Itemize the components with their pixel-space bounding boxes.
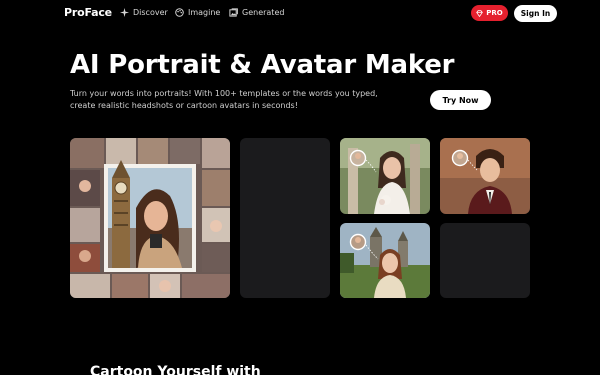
gallery-card-empty[interactable] bbox=[240, 138, 330, 298]
sparkle-icon bbox=[120, 8, 129, 17]
section-title: Cartoon Yourself with bbox=[90, 364, 261, 375]
gallery-card-collage[interactable] bbox=[70, 138, 230, 298]
pro-button[interactable]: PRO bbox=[471, 5, 508, 21]
suit-man-portrait-image bbox=[440, 138, 530, 214]
nav-discover-label: Discover bbox=[133, 8, 168, 17]
gallery-card-castle[interactable] bbox=[340, 223, 430, 298]
hero-subtitle: Turn your words into portraits! With 100… bbox=[70, 89, 378, 110]
page-title: AI Portrait & Avatar Maker bbox=[70, 50, 455, 80]
logo[interactable]: ProFace bbox=[64, 6, 112, 19]
nav-discover[interactable]: Discover bbox=[120, 8, 168, 17]
nav-generated-label: Generated bbox=[242, 8, 285, 17]
gallery-icon bbox=[229, 8, 238, 17]
sign-in-button[interactable]: Sign In bbox=[514, 5, 557, 22]
gallery-card-bride[interactable] bbox=[340, 138, 430, 214]
palette-icon bbox=[175, 8, 184, 17]
nav-generated[interactable]: Generated bbox=[229, 8, 284, 17]
gallery-card-empty-2[interactable] bbox=[440, 223, 530, 298]
castle-portrait-image bbox=[340, 223, 430, 298]
nav-imagine[interactable]: Imagine bbox=[175, 8, 220, 17]
gallery-card-suit[interactable] bbox=[440, 138, 530, 214]
bride-portrait-image bbox=[340, 138, 430, 214]
nav-imagine-label: Imagine bbox=[188, 8, 221, 17]
pro-label: PRO bbox=[486, 9, 503, 17]
try-now-button[interactable]: Try Now bbox=[430, 90, 491, 110]
diamond-icon bbox=[476, 9, 484, 17]
collage-portrait-image bbox=[70, 138, 230, 298]
top-nav: ProFace Discover Imagine Generated PRO S… bbox=[0, 0, 600, 27]
